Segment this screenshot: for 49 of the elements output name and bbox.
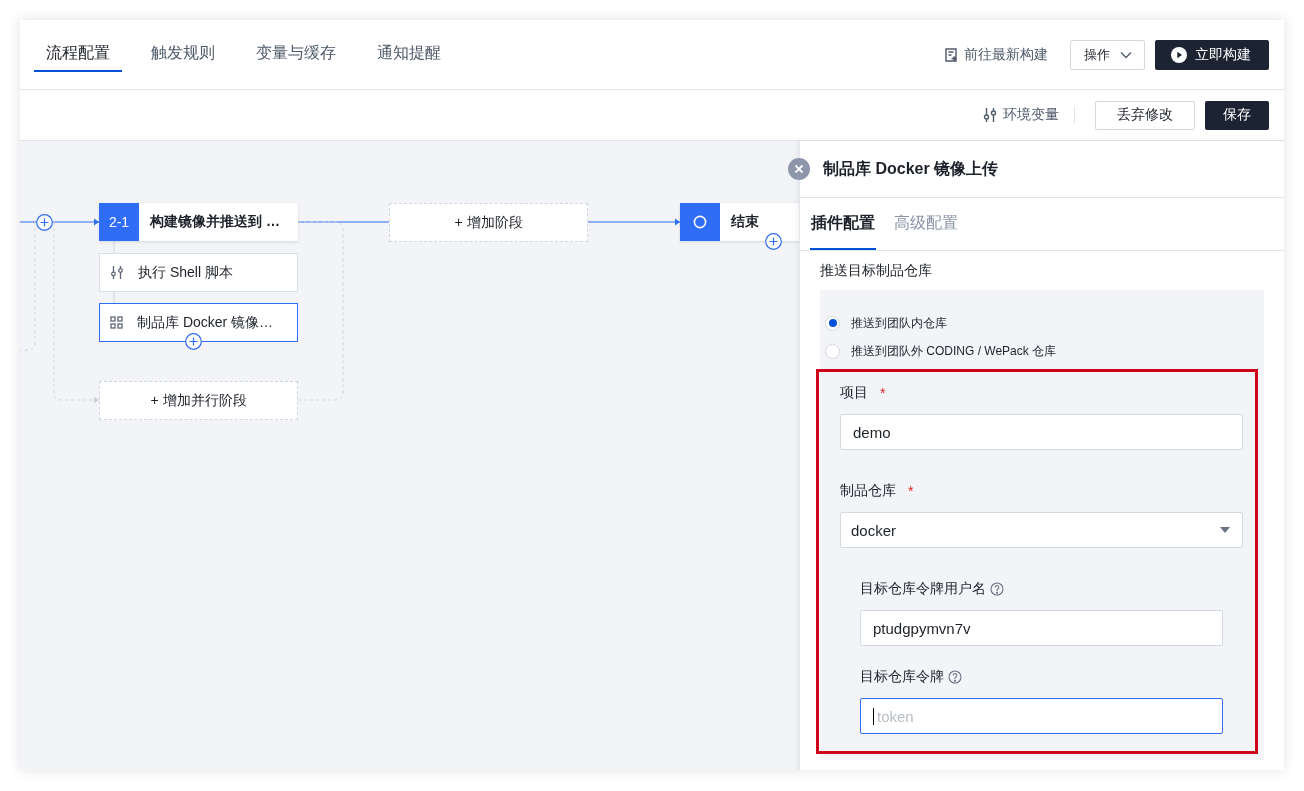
field-label: 目标仓库令牌 xyxy=(860,668,944,686)
add-stage-button[interactable]: + 增加阶段 xyxy=(389,203,588,242)
add-step-button[interactable] xyxy=(185,333,202,350)
tab[interactable]: 触发规则 xyxy=(139,20,227,89)
job-label: 执行 Shell 脚本 xyxy=(138,263,233,282)
radio-option[interactable]: 推送到团队外 CODING / WePack 仓库 xyxy=(820,337,1264,365)
play-icon xyxy=(1171,46,1187,63)
tab[interactable]: 通知提醒 xyxy=(365,20,453,89)
radio-button[interactable] xyxy=(825,343,840,359)
add-button[interactable] xyxy=(36,214,53,231)
stage-title: 构建镜像并推送到 … xyxy=(150,213,280,231)
select-field[interactable]: docker xyxy=(840,512,1243,548)
add-parallel-stage-button[interactable]: + 增加并行阶段 xyxy=(99,381,298,420)
required-mark: * xyxy=(880,385,886,401)
tab[interactable]: 流程配置 xyxy=(34,37,122,72)
required-mark: * xyxy=(908,483,914,499)
job-card[interactable]: 执行 Shell 脚本 xyxy=(99,253,298,292)
radio-button[interactable] xyxy=(825,315,840,331)
caret-down-icon xyxy=(1220,527,1230,533)
stage-card[interactable]: 2-1 构建镜像并推送到 … xyxy=(99,203,298,241)
add-button[interactable] xyxy=(765,233,782,250)
tab[interactable]: 插件配置 xyxy=(810,213,876,250)
latest-build-link[interactable]: 前往最新构建 xyxy=(944,45,1048,64)
tab[interactable]: 变量与缓存 xyxy=(244,20,348,89)
save-button[interactable]: 保存 xyxy=(1205,100,1269,130)
input-field[interactable]: demo xyxy=(840,414,1243,450)
discard-changes-button[interactable]: 丢弃修改 xyxy=(1095,100,1195,130)
sliders-icon xyxy=(983,107,997,123)
job-label: 制品库 Docker 镜像… xyxy=(137,313,274,332)
stage-number: 2-1 xyxy=(99,203,139,241)
field-label: 项目 xyxy=(840,384,868,402)
sliders-icon xyxy=(110,265,124,280)
close-icon[interactable] xyxy=(788,158,810,180)
job-card[interactable]: 制品库 Docker 镜像… xyxy=(99,303,298,342)
actions-dropdown[interactable]: 操作 xyxy=(1070,39,1145,70)
end-node-title: 结束 xyxy=(731,213,759,231)
end-node[interactable]: 结束 xyxy=(680,203,799,241)
panel-title: 制品库 Docker 镜像上传 xyxy=(823,158,999,179)
document-icon xyxy=(944,47,958,62)
build-now-button[interactable]: 立即构建 xyxy=(1155,39,1269,70)
field-label: 制品仓库 xyxy=(840,482,896,500)
environment-variables-button[interactable]: 环境变量 xyxy=(983,106,1059,124)
grid-icon xyxy=(110,316,123,329)
radio-option[interactable]: 推送到团队内仓库 xyxy=(820,309,1264,337)
circle-icon xyxy=(693,215,707,229)
field-label: 目标仓库令牌用户名 xyxy=(860,580,986,598)
section-label: 推送目标制品仓库 xyxy=(820,262,932,278)
chevron-down-icon xyxy=(1120,50,1132,59)
input-field[interactable]: ptudgpymvn7v xyxy=(860,610,1223,646)
